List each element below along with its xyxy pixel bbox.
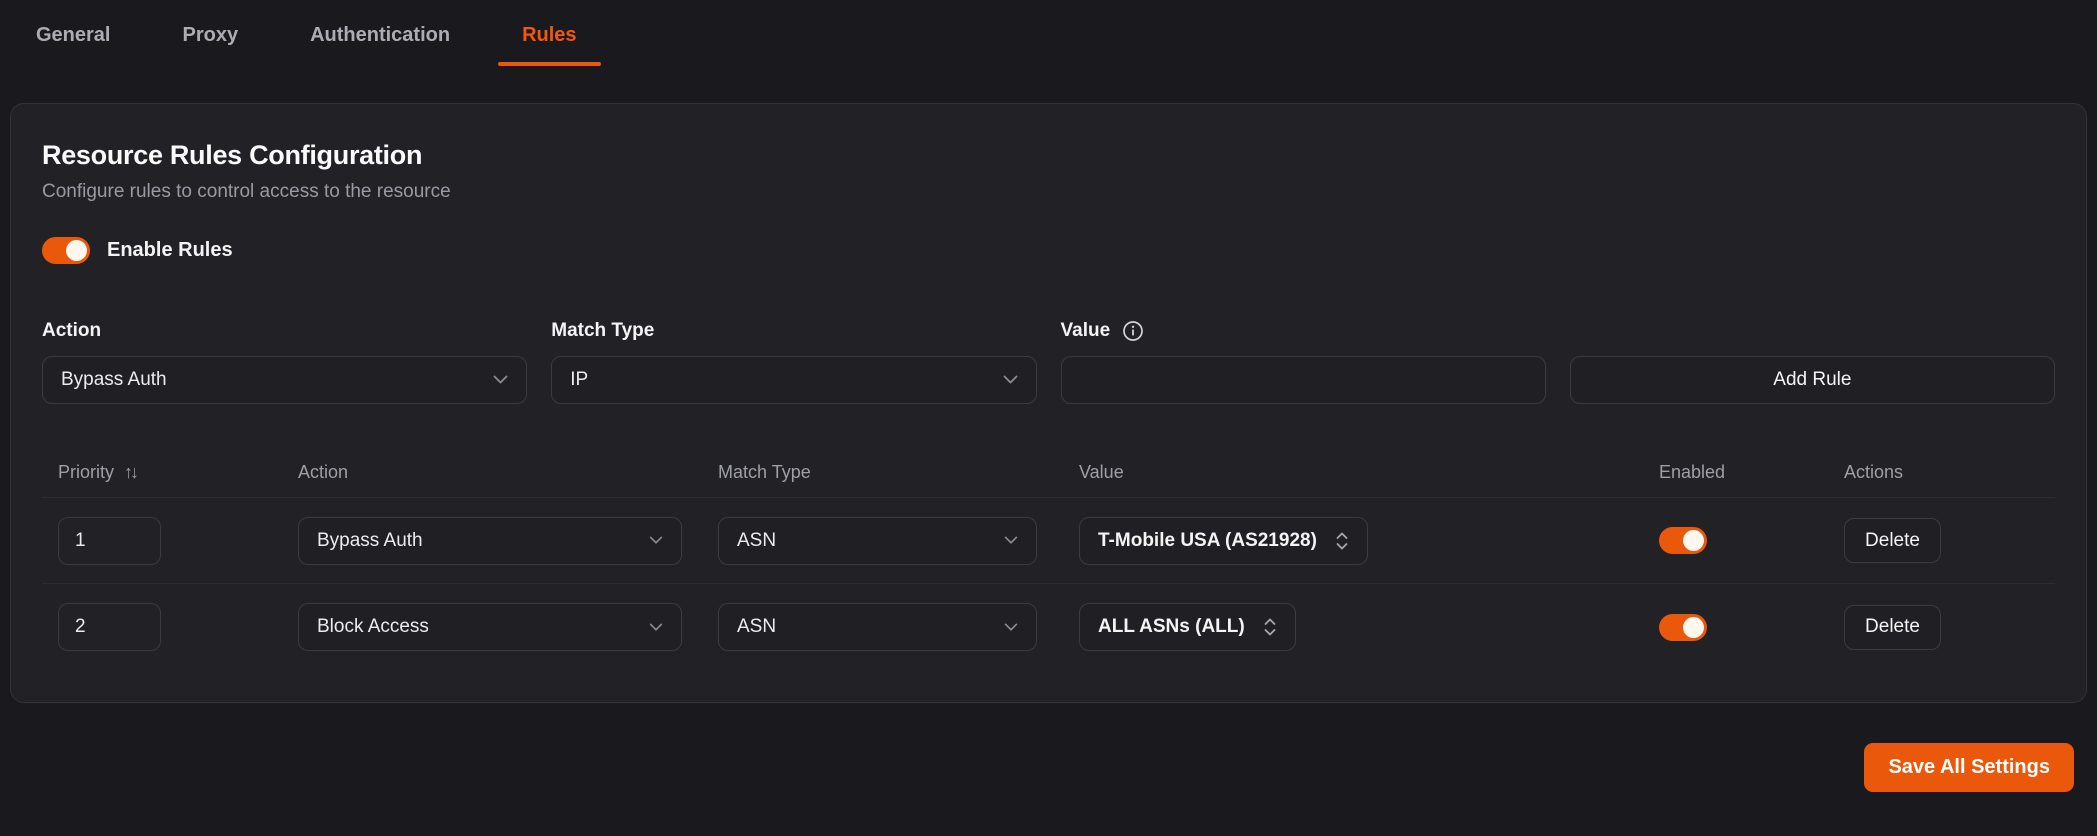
page-title: Resource Rules Configuration	[42, 140, 2055, 171]
column-header-priority: Priority ↑↓	[42, 448, 282, 497]
column-header-match-type: Match Type	[702, 448, 1063, 497]
footer: Save All Settings	[0, 743, 2097, 792]
chevrons-up-down-icon	[1335, 530, 1349, 552]
enable-rules-label: Enable Rules	[107, 239, 233, 262]
info-icon[interactable]	[1122, 320, 1144, 342]
tab-proxy[interactable]: Proxy	[158, 0, 262, 70]
settings-tab-bar: General Proxy Authentication Rules	[0, 0, 2097, 70]
tab-rules[interactable]: Rules	[498, 0, 600, 70]
chevrons-up-down-icon	[1263, 616, 1277, 638]
add-rule-button[interactable]: Add Rule	[1570, 356, 2055, 404]
page-subtitle: Configure rules to control access to the…	[42, 181, 2055, 203]
action-select[interactable]: Bypass Auth	[42, 356, 527, 404]
row-enabled-toggle[interactable]	[1659, 614, 1707, 641]
match-type-select-value: IP	[570, 369, 588, 391]
column-header-actions: Actions	[1828, 448, 2055, 497]
column-header-enabled: Enabled	[1643, 448, 1828, 497]
row-value-select[interactable]: ALL ASNs (ALL)	[1079, 603, 1296, 651]
row-value: ALL ASNs (ALL)	[1098, 616, 1245, 638]
toggle-knob	[66, 240, 87, 261]
enable-rules-row: Enable Rules	[42, 237, 2055, 264]
row-action-select[interactable]: Block Access	[298, 603, 682, 651]
chevron-down-icon	[649, 536, 663, 545]
delete-rule-button[interactable]: Delete	[1844, 605, 1941, 650]
table-row: Block Access ASN ALL ASNs (ALL)	[42, 584, 2055, 670]
toggle-knob	[1683, 617, 1704, 638]
resource-rules-panel: Resource Rules Configuration Configure r…	[10, 103, 2087, 703]
table-header-row: Priority ↑↓ Action Match Type Value Enab…	[42, 448, 2055, 498]
chevron-down-icon	[649, 623, 663, 632]
action-select-value: Bypass Auth	[61, 369, 167, 391]
action-label: Action	[42, 320, 527, 342]
row-match-type-value: ASN	[737, 530, 776, 552]
row-action-value: Bypass Auth	[317, 530, 423, 552]
column-header-value: Value	[1063, 448, 1643, 497]
chevron-down-icon	[1004, 623, 1018, 632]
tab-general[interactable]: General	[12, 0, 134, 70]
chevron-down-icon	[493, 375, 508, 385]
row-match-type-value: ASN	[737, 616, 776, 638]
match-type-label: Match Type	[551, 320, 1036, 342]
table-row: Bypass Auth ASN T-Mobile USA (AS21928)	[42, 498, 2055, 584]
chevron-down-icon	[1004, 536, 1018, 545]
match-type-select[interactable]: IP	[551, 356, 1036, 404]
save-all-settings-button[interactable]: Save All Settings	[1864, 743, 2074, 792]
add-rule-field: Add Rule	[1570, 320, 2055, 404]
add-rule-form: Action Bypass Auth Match Type IP Value	[42, 320, 2055, 404]
priority-input[interactable]	[58, 517, 161, 565]
value-label: Value	[1061, 320, 1111, 342]
chevron-down-icon	[1003, 375, 1018, 385]
action-field: Action Bypass Auth	[42, 320, 527, 404]
value-input[interactable]	[1080, 369, 1527, 391]
delete-rule-button[interactable]: Delete	[1844, 518, 1941, 563]
row-value: T-Mobile USA (AS21928)	[1098, 530, 1317, 552]
match-type-field: Match Type IP	[551, 320, 1036, 404]
row-action-value: Block Access	[317, 616, 429, 638]
value-field: Value	[1061, 320, 1546, 404]
row-action-select[interactable]: Bypass Auth	[298, 517, 682, 565]
column-header-action: Action	[282, 448, 702, 497]
priority-input[interactable]	[58, 603, 161, 651]
value-input-box	[1061, 356, 1546, 404]
row-enabled-toggle[interactable]	[1659, 527, 1707, 554]
row-match-type-select[interactable]: ASN	[718, 603, 1037, 651]
enable-rules-toggle[interactable]	[42, 237, 90, 264]
tab-authentication[interactable]: Authentication	[286, 0, 474, 70]
priority-header-label: Priority	[58, 462, 114, 483]
toggle-knob	[1683, 530, 1704, 551]
row-match-type-select[interactable]: ASN	[718, 517, 1037, 565]
row-value-select[interactable]: T-Mobile USA (AS21928)	[1079, 517, 1368, 565]
rules-table: Priority ↑↓ Action Match Type Value Enab…	[42, 448, 2055, 670]
sort-icon[interactable]: ↑↓	[124, 462, 136, 483]
